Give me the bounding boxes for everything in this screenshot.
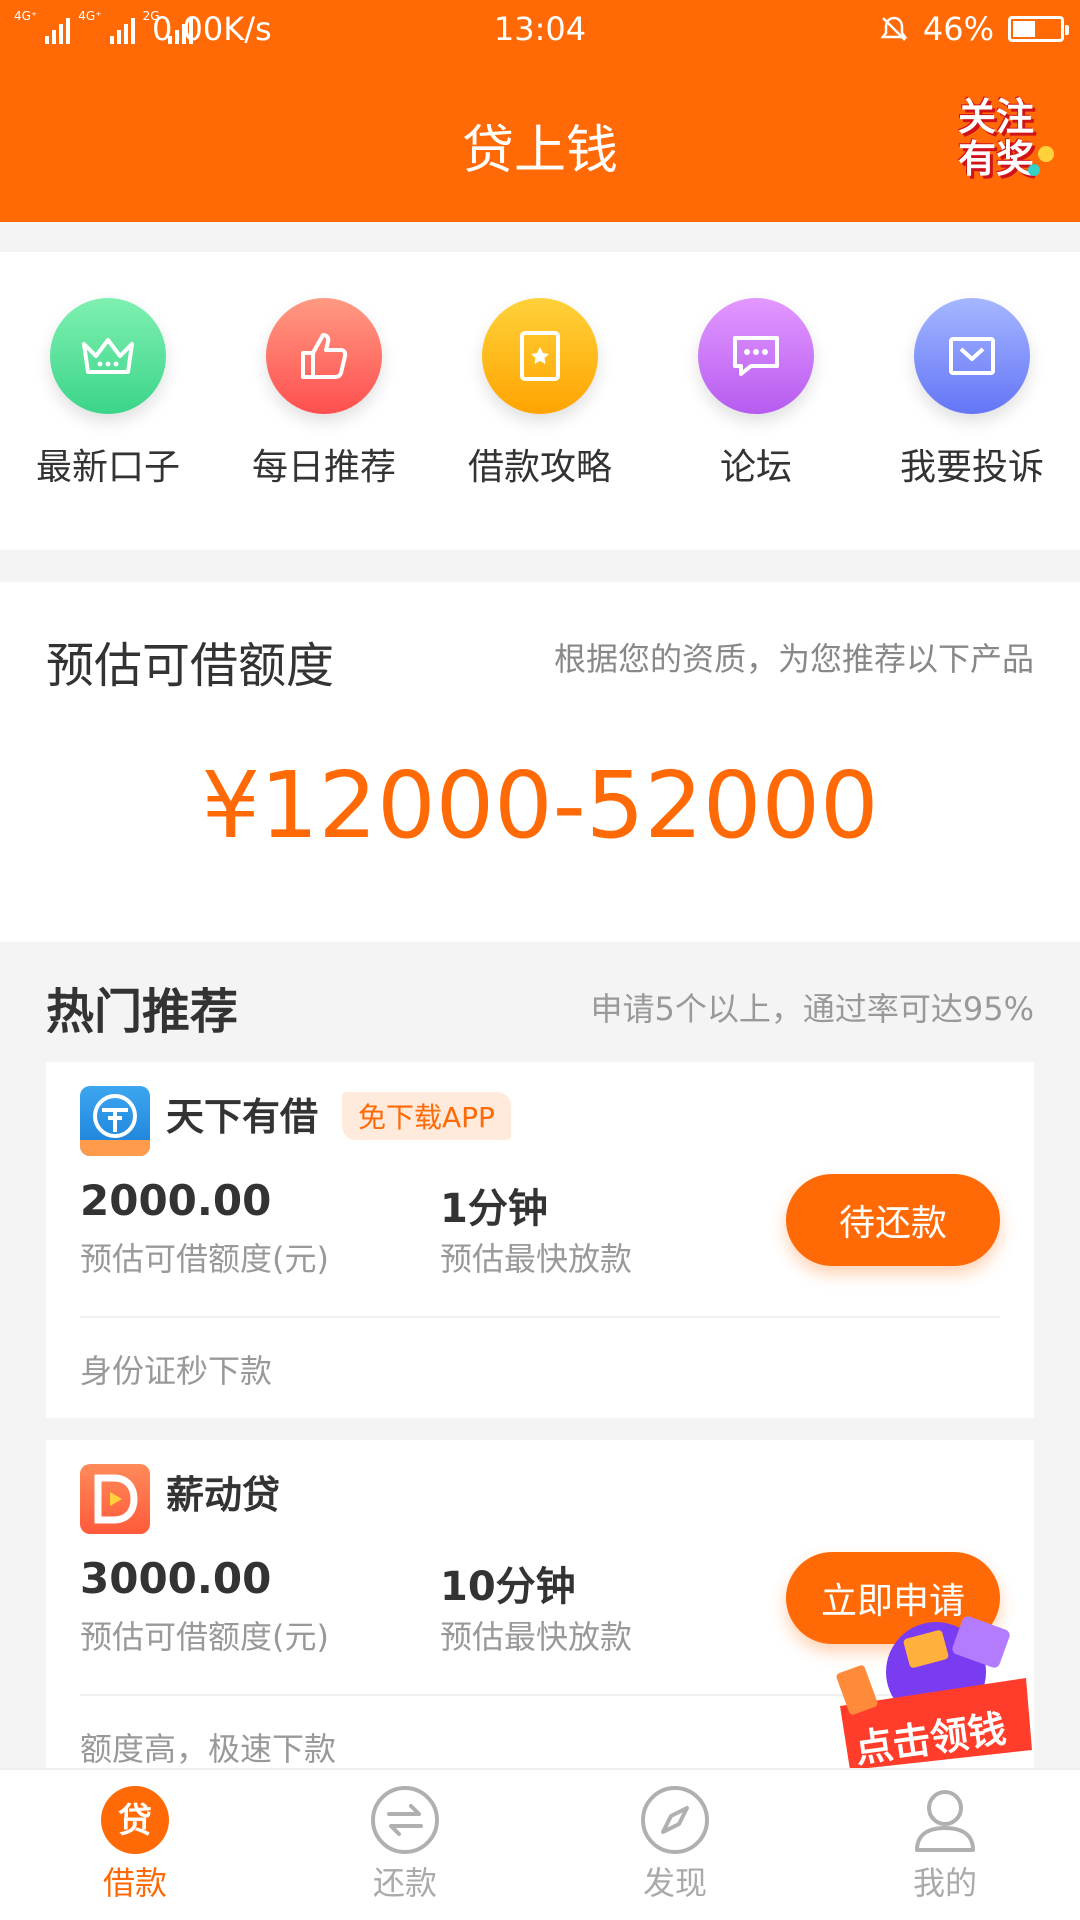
shortcut-grid: 最新口子 每日推荐 借款攻略 论坛 我要投诉 [0,252,1080,550]
shortcut-label: 借款攻略 [467,447,612,488]
repay-pending-button[interactable]: 待还款 [786,1174,1000,1266]
decor-dot [1038,146,1054,162]
hot-recommend-header: 热门推荐 申请5个以上，通过率可达95% [0,942,1080,1062]
svg-text:贷: 贷 [118,1801,152,1841]
shortcut-label: 我要投诉 [899,447,1044,488]
user-icon [909,1784,981,1856]
repay-icon [369,1784,441,1856]
shortcut-latest[interactable]: 最新口子 [0,298,216,490]
product-speed: 1分钟 [440,1186,548,1232]
product-name: 薪动贷 [166,1473,281,1517]
compass-icon [639,1784,711,1856]
app-header: 贷上钱 关注有奖 [0,60,1080,222]
product-amount-label: 预估可借额度(元) [80,1240,329,1278]
divider [80,1316,1000,1318]
product-logo [80,1086,150,1156]
product-speed: 10分钟 [440,1564,576,1610]
shortcut-forum[interactable]: 论坛 [648,298,864,490]
product-speed-label: 预估最快放款 [440,1240,633,1278]
product-logo [80,1464,150,1534]
product-amount-label: 预估可借额度(元) [80,1618,329,1656]
shortcut-guide[interactable]: 借款攻略 [432,298,648,490]
tab-label: 还款 [372,1864,437,1902]
quota-title: 预估可借额度 [46,638,335,694]
product-tag: 免下载APP [342,1092,511,1140]
crown-icon [50,298,166,414]
page-title: 贷上钱 [461,121,618,181]
tab-label: 我的 [912,1864,977,1902]
decor-dot [1028,164,1040,176]
claim-money-float-button[interactable]: 点击领钱 [836,1612,1036,1772]
battery-percent: 46% [922,10,994,48]
battery-icon [1008,16,1069,42]
chat-icon [698,298,814,414]
quota-section: 预估可借额度 根据您的资质，为您推荐以下产品 ¥12000-52000 [0,582,1080,942]
status-right: 46% [879,10,1069,48]
shortcut-complaint[interactable]: 我要投诉 [864,298,1080,490]
loan-icon: 贷 [99,1784,171,1856]
thumbs-up-icon [266,298,382,414]
hot-subtitle: 申请5个以上，通过率可达95% [590,990,1035,1028]
product-name: 天下有借 [166,1095,319,1139]
shortcut-label: 最新口子 [35,447,180,488]
book-icon [482,298,598,414]
shortcut-daily[interactable]: 每日推荐 [216,298,432,490]
tab-loan[interactable]: 贷 借款 [0,1784,270,1904]
product-amount: 3000.00 [80,1554,272,1603]
shortcut-label: 每日推荐 [251,447,396,488]
bell-off-icon [880,16,908,41]
quota-subtitle: 根据您的资质，为您推荐以下产品 [553,640,1034,678]
tab-label: 发现 [642,1864,707,1902]
product-note: 额度高，极速下款 [80,1730,337,1768]
product-note: 身份证秒下款 [80,1352,273,1390]
product-speed-label: 预估最快放款 [440,1618,633,1656]
tab-mine[interactable]: 我的 [810,1784,1080,1904]
shortcut-label: 论坛 [719,447,792,488]
mail-icon [914,298,1030,414]
status-bar: 4G⁺ 4G⁺ 2G 0.00K/s 13:04 46% [0,0,1080,60]
product-amount: 2000.00 [80,1176,272,1225]
quota-amount: ¥12000-52000 [201,752,879,859]
tab-discover[interactable]: 发现 [540,1784,810,1904]
tab-repay[interactable]: 还款 [270,1784,540,1904]
bottom-tab-bar: 贷 借款 还款 发现 我的 [0,1768,1080,1920]
hot-title: 热门推荐 [46,984,239,1040]
tab-label: 借款 [102,1864,167,1902]
follow-reward-badge[interactable]: 关注有奖 [950,96,1054,188]
product-card[interactable]: 天下有借 免下载APP 2000.00 预估可借额度(元) 1分钟 预估最快放款… [46,1062,1034,1418]
